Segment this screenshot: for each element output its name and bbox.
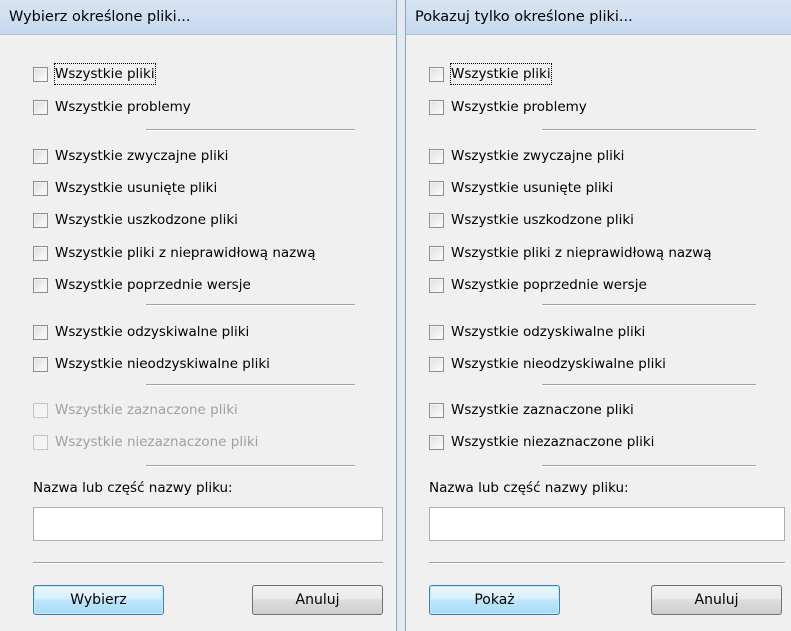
checkbox-label: Wszystkie niezaznaczone pliki [55, 434, 259, 450]
checkbox-label: Wszystkie zwyczajne pliki [55, 148, 229, 164]
checkbox-label: Wszystkie uszkodzone pliki [451, 212, 634, 228]
select-button[interactable]: Wybierz [33, 585, 164, 615]
checkbox-label: Wszystkie pliki [450, 63, 552, 85]
cancel-button[interactable]: Anuluj [252, 585, 383, 615]
checkbox-unrecoverable-files[interactable]: Wszystkie nieodzyskiwalne pliki [33, 354, 270, 374]
checkbox-box[interactable] [33, 324, 48, 340]
checkbox-unrecoverable-files[interactable]: Wszystkie nieodzyskiwalne pliki [429, 354, 666, 374]
checkbox-box[interactable] [429, 66, 444, 82]
checkbox-box[interactable] [429, 277, 444, 293]
checkbox-selected-files: Wszystkie zaznaczone pliki [33, 400, 238, 420]
checkbox-box[interactable] [429, 212, 444, 228]
checkbox-selected-files[interactable]: Wszystkie zaznaczone pliki [429, 400, 634, 420]
panel-title: Wybierz określone pliki... [0, 0, 396, 35]
separator [146, 129, 355, 131]
checkbox-box[interactable] [33, 99, 48, 115]
separator [146, 465, 355, 467]
checkbox-box[interactable] [33, 245, 48, 261]
checkbox-box [33, 402, 48, 418]
checkbox-all-problems[interactable]: Wszystkie problemy [429, 97, 587, 117]
checkbox-box[interactable] [33, 277, 48, 293]
checkbox-box [33, 434, 48, 450]
checkbox-box[interactable] [33, 212, 48, 228]
panel-divider [397, 0, 405, 631]
checkbox-box[interactable] [429, 402, 444, 418]
checkbox-box[interactable] [33, 148, 48, 164]
file-name-input[interactable] [429, 507, 785, 541]
checkbox-label: Wszystkie odzyskiwalne pliki [451, 324, 646, 340]
checkbox-regular-files[interactable]: Wszystkie zwyczajne pliki [429, 146, 624, 166]
checkbox-recoverable-files[interactable]: Wszystkie odzyskiwalne pliki [33, 322, 249, 342]
checkbox-all-files[interactable]: Wszystkie pliki [429, 63, 552, 85]
checkbox-label: Wszystkie zwyczajne pliki [451, 148, 625, 164]
separator [429, 562, 785, 564]
checkbox-box[interactable] [429, 148, 444, 164]
checkbox-unselected-files[interactable]: Wszystkie niezaznaczone pliki [429, 432, 654, 452]
filter-files-panel: Pokazuj tylko określone pliki... Wszystk… [405, 0, 791, 631]
checkbox-box[interactable] [429, 324, 444, 340]
checkbox-previous-versions[interactable]: Wszystkie poprzednie wersje [429, 275, 647, 295]
checkbox-box[interactable] [429, 180, 444, 196]
checkbox-label: Wszystkie usunięte pliki [55, 180, 218, 196]
separator [542, 304, 756, 306]
checkbox-damaged-files[interactable]: Wszystkie uszkodzone pliki [33, 210, 238, 230]
checkbox-recoverable-files[interactable]: Wszystkie odzyskiwalne pliki [429, 322, 645, 342]
file-name-input[interactable] [33, 507, 383, 541]
checkbox-label: Wszystkie pliki z nieprawidłową nazwą [55, 245, 316, 261]
separator [33, 562, 383, 564]
file-name-label: Nazwa lub część nazwy pliku: [429, 480, 629, 496]
checkbox-label: Wszystkie zaznaczone pliki [451, 402, 634, 418]
checkbox-box[interactable] [429, 99, 444, 115]
checkbox-label: Wszystkie nieodzyskiwalne pliki [55, 356, 270, 372]
checkbox-label: Wszystkie poprzednie wersje [451, 277, 647, 293]
separator [542, 384, 756, 386]
checkbox-label: Wszystkie nieodzyskiwalne pliki [451, 356, 666, 372]
show-button[interactable]: Pokaż [429, 585, 560, 615]
separator [542, 129, 756, 131]
cancel-button[interactable]: Anuluj [651, 585, 782, 615]
checkbox-box[interactable] [33, 180, 48, 196]
checkbox-all-files[interactable]: Wszystkie pliki [33, 63, 156, 85]
checkbox-label: Wszystkie poprzednie wersje [55, 277, 251, 293]
checkbox-box[interactable] [429, 356, 444, 372]
checkbox-label: Wszystkie pliki z nieprawidłową nazwą [451, 245, 712, 261]
checkbox-damaged-files[interactable]: Wszystkie uszkodzone pliki [429, 210, 634, 230]
checkbox-previous-versions[interactable]: Wszystkie poprzednie wersje [33, 275, 251, 295]
checkbox-deleted-files[interactable]: Wszystkie usunięte pliki [33, 178, 217, 198]
panel-title: Pokazuj tylko określone pliki... [406, 0, 791, 35]
separator [146, 304, 355, 306]
checkbox-box[interactable] [33, 356, 48, 372]
checkbox-box[interactable] [429, 434, 444, 450]
checkbox-label: Wszystkie problemy [451, 99, 587, 115]
checkbox-label: Wszystkie zaznaczone pliki [55, 402, 238, 418]
checkbox-regular-files[interactable]: Wszystkie zwyczajne pliki [33, 146, 228, 166]
checkbox-label: Wszystkie odzyskiwalne pliki [55, 324, 250, 340]
checkbox-label: Wszystkie pliki [54, 63, 156, 85]
checkbox-label: Wszystkie problemy [55, 99, 191, 115]
checkbox-label: Wszystkie uszkodzone pliki [55, 212, 238, 228]
separator [542, 465, 756, 467]
checkbox-deleted-files[interactable]: Wszystkie usunięte pliki [429, 178, 613, 198]
checkbox-all-problems[interactable]: Wszystkie problemy [33, 97, 191, 117]
separator [146, 384, 355, 386]
checkbox-label: Wszystkie usunięte pliki [451, 180, 614, 196]
checkbox-bad-name-files[interactable]: Wszystkie pliki z nieprawidłową nazwą [429, 243, 712, 263]
file-name-label: Nazwa lub część nazwy pliku: [33, 480, 233, 496]
checkbox-unselected-files: Wszystkie niezaznaczone pliki [33, 432, 258, 452]
checkbox-box[interactable] [429, 245, 444, 261]
checkbox-bad-name-files[interactable]: Wszystkie pliki z nieprawidłową nazwą [33, 243, 316, 263]
select-files-panel: Wybierz określone pliki... Wszystkie pli… [0, 0, 397, 631]
checkbox-box[interactable] [33, 66, 48, 82]
checkbox-label: Wszystkie niezaznaczone pliki [451, 434, 655, 450]
